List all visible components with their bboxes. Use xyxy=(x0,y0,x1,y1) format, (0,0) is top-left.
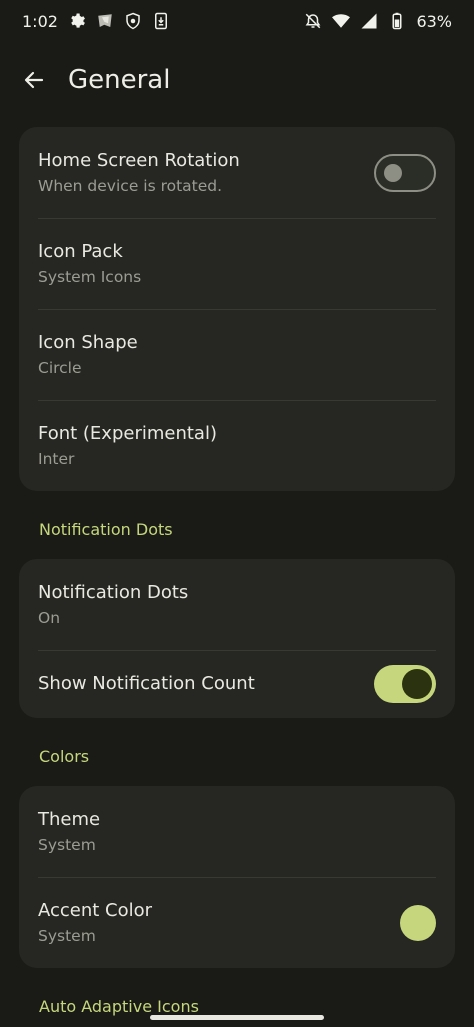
row-subtitle: System xyxy=(38,835,96,854)
signal-icon xyxy=(360,12,378,30)
notification-dots-card: Notification Dots On Show Notification C… xyxy=(19,559,455,718)
switch-knob xyxy=(402,669,432,699)
section-header-notification-dots: Notification Dots xyxy=(39,520,173,539)
arrow-left-icon xyxy=(24,71,44,89)
row-subtitle: When device is rotated. xyxy=(38,176,223,195)
row-title: Icon Pack xyxy=(38,240,123,262)
colors-card: Theme System Accent Color System xyxy=(19,786,455,968)
app-bar: General xyxy=(0,52,474,108)
accent-color-swatch[interactable] xyxy=(400,904,436,941)
bug-shield-icon xyxy=(124,12,142,30)
page-title: General xyxy=(68,65,171,95)
row-title: Accent Color xyxy=(38,899,153,921)
home-gesture-bar[interactable] xyxy=(150,1015,324,1020)
download-box-icon xyxy=(152,12,170,30)
wifi-icon xyxy=(332,12,351,30)
icon-shape-row[interactable]: Icon Shape Circle xyxy=(19,309,455,400)
home-screen-rotation-switch[interactable] xyxy=(374,153,436,192)
theme-row[interactable]: Theme System xyxy=(19,786,455,877)
row-title: Notification Dots xyxy=(38,581,189,603)
row-title: Icon Shape xyxy=(38,331,138,353)
row-title: Theme xyxy=(38,808,101,830)
accent-color-row[interactable]: Accent Color System xyxy=(19,877,455,968)
row-title: Show Notification Count xyxy=(38,673,255,694)
row-subtitle: System xyxy=(38,926,96,945)
shield-vpn-icon xyxy=(96,12,114,30)
row-subtitle: System Icons xyxy=(38,267,142,286)
show-notification-count-switch[interactable] xyxy=(374,665,436,703)
section-header-auto-adaptive-icons: Auto Adaptive Icons xyxy=(39,997,199,1016)
status-time: 1:02 xyxy=(22,11,58,31)
row-title: Font (Experimental) xyxy=(38,422,217,444)
switch-knob xyxy=(384,163,402,182)
row-subtitle: On xyxy=(38,608,61,627)
section-header-colors: Colors xyxy=(39,747,90,766)
alarm-off-icon xyxy=(304,12,322,30)
row-subtitle: Circle xyxy=(38,358,82,377)
notification-dots-row[interactable]: Notification Dots On xyxy=(19,559,455,650)
row-title: Home Screen Rotation xyxy=(38,149,240,171)
font-row[interactable]: Font (Experimental) Inter xyxy=(19,400,455,491)
back-button[interactable] xyxy=(14,60,54,100)
icon-pack-row[interactable]: Icon Pack System Icons xyxy=(19,218,455,309)
row-subtitle: Inter xyxy=(38,449,75,468)
gear-icon xyxy=(68,12,86,30)
home-screen-rotation-row[interactable]: Home Screen Rotation When device is rota… xyxy=(19,127,455,218)
battery-icon xyxy=(388,12,406,30)
general-settings-card: Home Screen Rotation When device is rota… xyxy=(19,127,455,491)
battery-percent: 63% xyxy=(416,11,452,31)
status-bar: 1:02 63% xyxy=(0,0,474,42)
show-notification-count-row[interactable]: Show Notification Count xyxy=(19,650,455,718)
